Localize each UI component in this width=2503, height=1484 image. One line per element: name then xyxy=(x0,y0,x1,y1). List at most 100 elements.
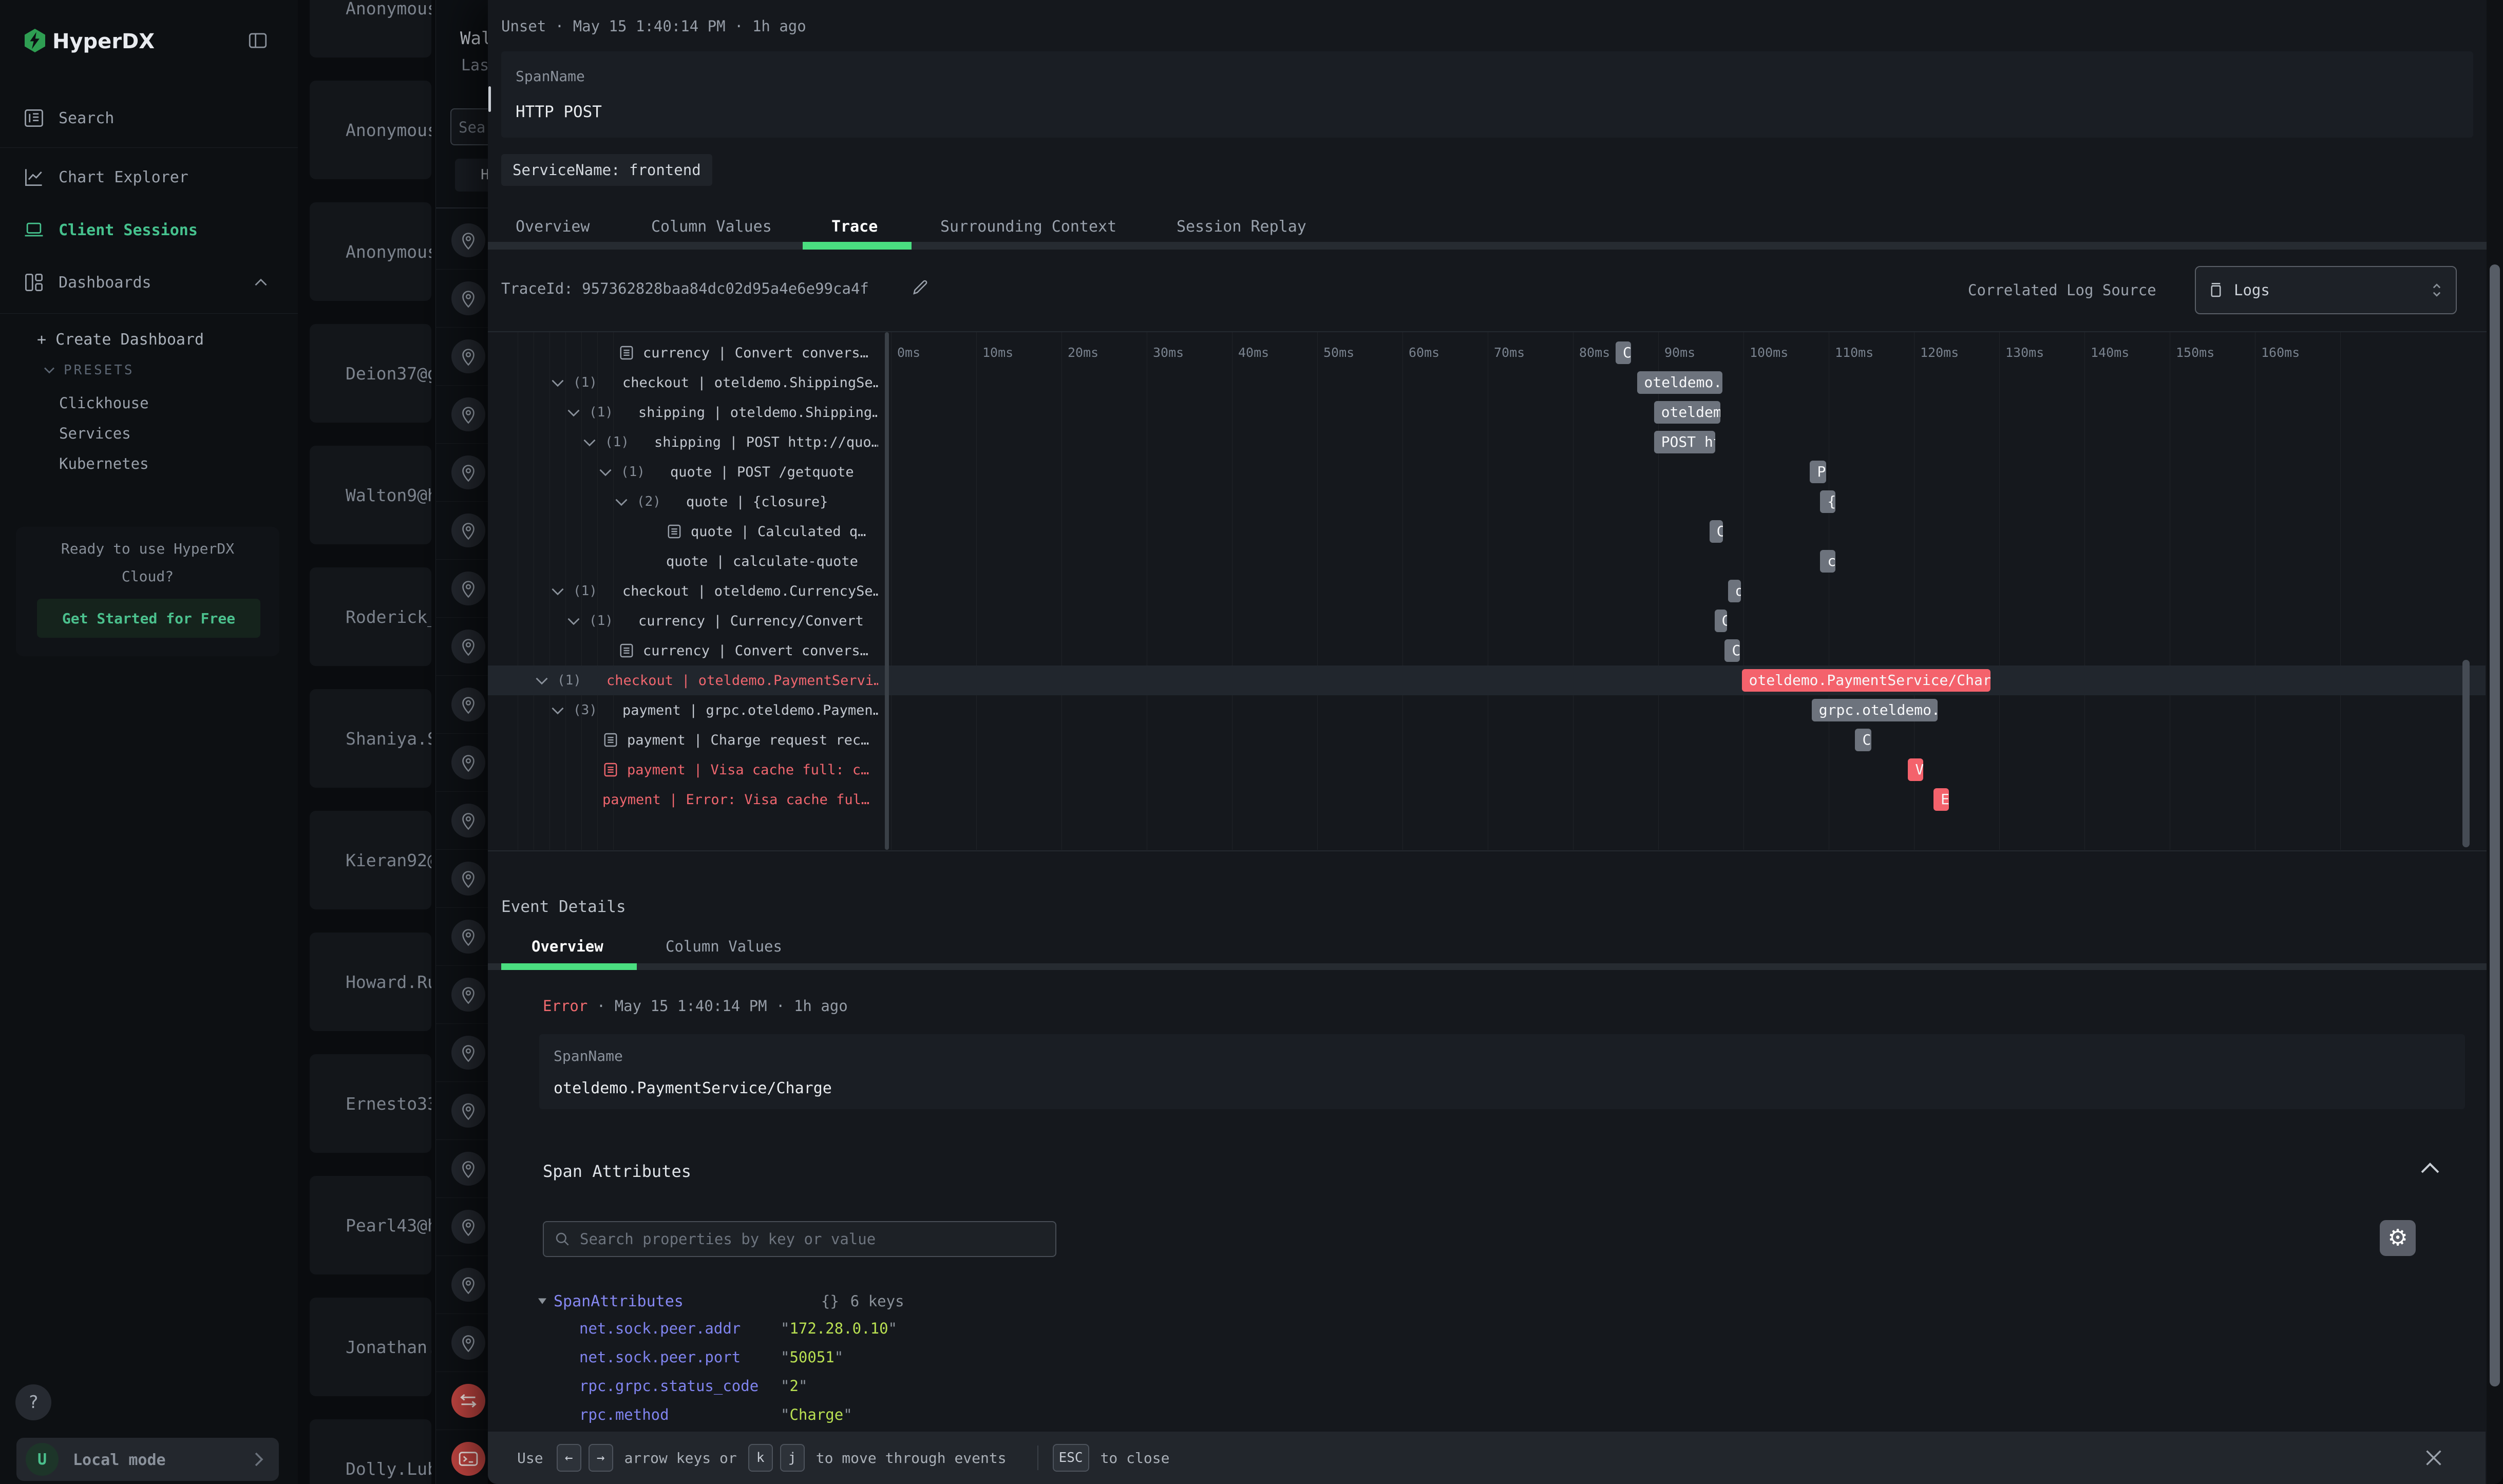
session-event-row[interactable] xyxy=(436,502,488,560)
chevron-down-icon[interactable] xyxy=(535,676,549,686)
session-event-row[interactable] xyxy=(436,1198,488,1256)
local-mode-menu[interactable]: U Local mode xyxy=(16,1438,279,1481)
tab-surrounding-context[interactable]: Surrounding Context xyxy=(940,218,1116,236)
span-duration-bar[interactable]: oteldemo.ShippingService/GetQuote xyxy=(1654,401,1720,424)
session-event-row[interactable] xyxy=(436,1024,488,1082)
tree-chart-splitter[interactable] xyxy=(885,332,889,850)
sidebar-item-chart-explorer[interactable]: Chart Explorer xyxy=(0,155,298,199)
attribute-row[interactable]: net.sock.peer.addr"172.28.0.10" xyxy=(579,1320,741,1342)
session-list-item[interactable]: Roderick_S xyxy=(310,567,431,666)
session-panel-button[interactable]: H xyxy=(455,159,488,192)
chevron-down-icon[interactable] xyxy=(566,408,581,417)
trace-span-row[interactable]: (1)currency | Currency/ConvertCurrency/C… xyxy=(488,606,2486,636)
span-duration-bar[interactable]: {closure} xyxy=(1820,490,1835,513)
service-name-chip[interactable]: ServiceName: frontend xyxy=(501,154,712,186)
session-list-item[interactable]: Jonathan.B xyxy=(310,1298,431,1396)
session-event-row[interactable] xyxy=(436,792,488,850)
location-event-marker[interactable] xyxy=(451,862,485,896)
hyperdx-logo-icon[interactable] xyxy=(23,28,47,54)
trace-span-row[interactable]: payment | Charge request rec…Charge requ… xyxy=(488,725,2486,755)
session-event-row[interactable] xyxy=(436,1082,488,1140)
session-list-item[interactable]: Anonymous xyxy=(310,202,431,301)
location-event-marker[interactable] xyxy=(451,513,485,547)
trace-span-row[interactable]: (2)quote | {closure}{closure} xyxy=(488,487,2486,517)
location-event-marker[interactable] xyxy=(451,804,485,838)
event-details-tab-column-values[interactable]: Column Values xyxy=(666,938,782,955)
session-list-item[interactable]: Kieran92@h xyxy=(310,811,431,909)
console-event-marker[interactable] xyxy=(451,1442,485,1476)
attribute-key[interactable]: net.sock.peer.port xyxy=(579,1348,741,1366)
span-duration-bar[interactable]: oteldemo.CurrencyService/Convert xyxy=(1728,580,1741,602)
chevron-down-icon[interactable] xyxy=(614,498,629,507)
span-duration-bar[interactable]: Visa cache full xyxy=(1908,758,1923,781)
attribute-key[interactable]: net.sock.peer.addr xyxy=(579,1320,741,1337)
span-duration-bar[interactable]: Convert conversion request xyxy=(1616,341,1631,364)
sidebar-preset-clickhouse[interactable]: Clickhouse xyxy=(59,394,149,412)
trace-span-row[interactable]: (1)checkout | oteldemo.CurrencySe…otelde… xyxy=(488,576,2486,606)
collapse-sidebar-icon[interactable] xyxy=(246,30,269,51)
session-list-item[interactable]: Shaniya.Sc xyxy=(310,689,431,788)
location-event-marker[interactable] xyxy=(451,455,485,489)
location-event-marker[interactable] xyxy=(451,397,485,431)
get-started-button[interactable]: Get Started for Free xyxy=(37,599,260,638)
attributes-root-row[interactable]: SpanAttributes {} 6 keys xyxy=(538,1291,904,1311)
location-event-marker[interactable] xyxy=(451,688,485,721)
sidebar-item-client-sessions[interactable]: Client Sessions xyxy=(0,208,298,252)
location-event-marker[interactable] xyxy=(451,1326,485,1360)
edit-trace-id-icon[interactable] xyxy=(910,277,930,297)
session-list-item[interactable]: Anonymous xyxy=(310,81,431,179)
span-duration-bar[interactable]: Currency/Convert xyxy=(1715,610,1727,632)
location-event-marker[interactable] xyxy=(451,281,485,315)
location-event-marker[interactable] xyxy=(451,572,485,605)
session-event-row[interactable] xyxy=(436,1140,488,1198)
attribute-key[interactable]: rpc.grpc.status_code xyxy=(579,1377,759,1395)
span-duration-bar[interactable]: calculate-quote xyxy=(1820,550,1835,573)
session-event-row[interactable] xyxy=(436,1430,488,1484)
session-event-row[interactable] xyxy=(436,618,488,676)
tab-trace[interactable]: Trace xyxy=(831,218,878,236)
sidebar-item-search[interactable]: Search xyxy=(0,96,298,140)
log-source-select[interactable]: Logs xyxy=(2195,266,2457,314)
attribute-row[interactable]: rpc.grpc.status_code"2" xyxy=(579,1377,759,1400)
location-event-marker[interactable] xyxy=(451,1094,485,1128)
location-event-marker[interactable] xyxy=(451,630,485,663)
sidebar-item-dashboards[interactable]: Dashboards xyxy=(0,260,298,305)
trace-span-row[interactable]: (1)shipping | oteldemo.Shipping…oteldemo… xyxy=(488,397,2486,427)
session-event-row[interactable] xyxy=(436,444,488,502)
session-event-row[interactable] xyxy=(436,966,488,1024)
span-duration-bar[interactable]: Calculated quote xyxy=(1710,520,1723,543)
attribute-value[interactable]: "50051" xyxy=(781,1348,843,1366)
trace-span-row[interactable]: (1)checkout | oteldemo.PaymentServi…otel… xyxy=(488,665,2486,695)
create-dashboard-button[interactable]: + Create Dashboard xyxy=(37,331,204,349)
span-duration-bar[interactable]: POST http://quote:8090/getquote xyxy=(1654,431,1716,453)
span-duration-bar[interactable]: oteldemo.PaymentService/Charge xyxy=(1742,669,1991,692)
chevron-down-icon[interactable] xyxy=(598,468,613,477)
span-duration-bar[interactable]: grpc.oteldemo.PaymentService/Charge xyxy=(1812,699,1938,721)
session-list-item[interactable]: Howard.Run xyxy=(310,933,431,1031)
span-duration-bar[interactable]: Error: Visa cache full xyxy=(1933,788,1949,811)
trace-span-row[interactable]: (1)checkout | oteldemo.ShippingSe…otelde… xyxy=(488,368,2486,397)
scrollbar-thumb[interactable] xyxy=(2490,264,2500,1386)
trace-span-row[interactable]: (1)shipping | POST http://quo…POST http:… xyxy=(488,427,2486,457)
location-event-marker[interactable] xyxy=(451,1210,485,1244)
trace-span-row[interactable]: (3)payment | grpc.oteldemo.Paymen…grpc.o… xyxy=(488,695,2486,725)
chevron-down-icon[interactable] xyxy=(566,617,581,626)
waterfall-scrollbar[interactable] xyxy=(2462,660,2470,847)
location-event-marker[interactable] xyxy=(451,1152,485,1186)
trace-span-row[interactable]: quote | calculate-quotecalculate-quote xyxy=(488,546,2486,576)
chevron-down-icon[interactable] xyxy=(551,706,565,715)
collapse-section-icon[interactable] xyxy=(2420,1162,2440,1175)
attribute-key[interactable]: rpc.method xyxy=(579,1406,669,1423)
location-event-marker[interactable] xyxy=(451,746,485,779)
trace-span-row[interactable]: quote | Calculated q…Calculated quote xyxy=(488,517,2486,546)
span-duration-bar[interactable]: POST /getquote xyxy=(1810,461,1826,483)
session-event-row[interactable] xyxy=(436,328,488,386)
attributes-settings-button[interactable]: ⚙ xyxy=(2380,1220,2416,1256)
session-event-row[interactable] xyxy=(436,676,488,734)
session-list-item[interactable]: Dolly.Lubo xyxy=(310,1419,431,1484)
attribute-value[interactable]: "172.28.0.10" xyxy=(781,1320,897,1337)
close-icon[interactable] xyxy=(2422,1446,2445,1470)
location-event-marker[interactable] xyxy=(451,223,485,257)
trace-span-row[interactable]: currency | Convert convers…Convert conve… xyxy=(488,636,2486,665)
network-event-marker[interactable] xyxy=(451,1384,485,1418)
